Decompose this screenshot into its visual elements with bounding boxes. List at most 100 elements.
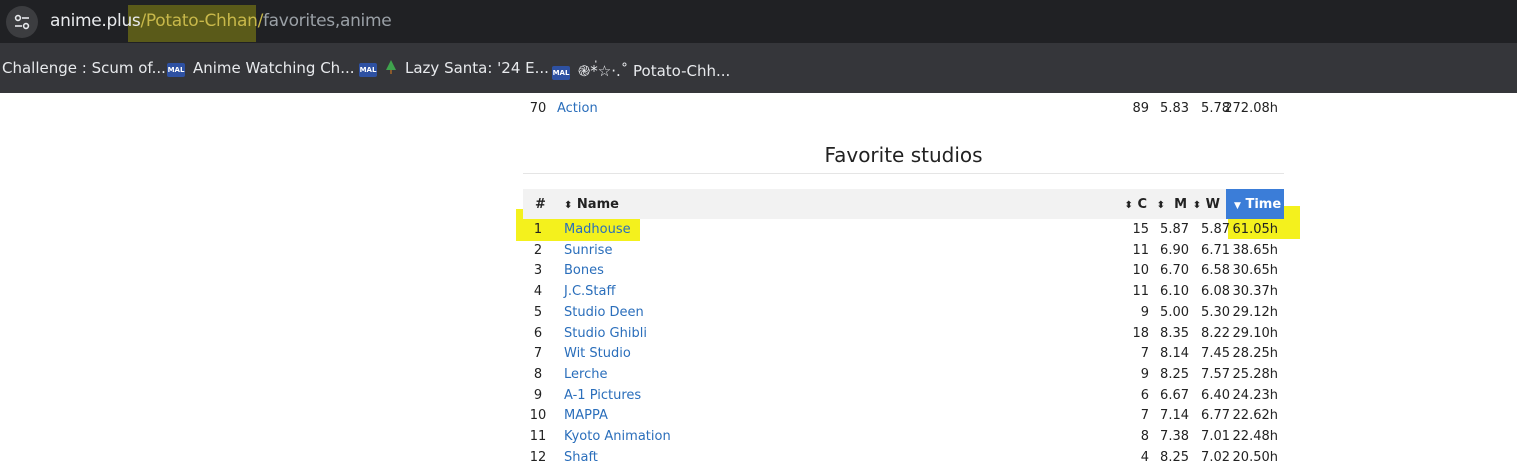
studio-link[interactable]: A-1 Pictures — [564, 388, 641, 403]
title-divider — [523, 173, 1284, 174]
table-row: 2 Sunrise 11 6.90 6.71 38.65h — [523, 241, 1284, 261]
row-weighted: 7.57 — [1201, 366, 1230, 382]
col-header-time[interactable]: ▼ Time — [1226, 189, 1284, 219]
prev-table-row: 70 Action 89 5.83 5.78 272.08h — [523, 99, 1284, 119]
row-mean: 5.87 — [1160, 222, 1189, 237]
bookmark-label: Anime Watching Ch... — [193, 59, 355, 77]
row-weighted: 5.30 — [1201, 304, 1230, 320]
mal-icon: MAL — [552, 66, 570, 80]
col-header-rank: # — [535, 197, 546, 212]
row-time: 20.50h — [1232, 449, 1278, 465]
studio-link[interactable]: Kyoto Animation — [564, 429, 671, 444]
studio-link[interactable]: Studio Ghibli — [564, 326, 647, 341]
bookmark-label: ֎*่☆·.˚ Potato-Chh... — [578, 62, 731, 80]
page-content: 70 Action 89 5.83 5.78 272.08h Favorite … — [0, 93, 1517, 467]
sort-icon: ⬍ — [1124, 200, 1133, 211]
col-header-w-label: W — [1205, 197, 1220, 212]
mal-icon: MAL — [167, 63, 185, 77]
url-host: anime.plus — [50, 11, 141, 31]
row-weighted: 5.87 — [1201, 222, 1230, 237]
col-header-time-label: Time — [1245, 197, 1282, 212]
section-title: Favorite studios — [824, 143, 983, 167]
studio-link[interactable]: Sunrise — [564, 243, 612, 258]
row-time: 29.10h — [1232, 325, 1278, 341]
studio-link[interactable]: Lerche — [564, 367, 607, 382]
col-header-m[interactable]: ⬍ M — [1157, 197, 1187, 212]
row-time: 25.28h — [1232, 366, 1278, 382]
bookmark-potato-chhan[interactable]: MAL ֎*่☆·.˚ Potato-Chh... — [552, 59, 730, 83]
row-count: 9 — [1140, 366, 1149, 382]
studio-link[interactable]: J.C.Staff — [564, 284, 615, 299]
table-row: 7 Wit Studio 7 8.14 7.45 28.25h — [523, 344, 1284, 364]
bookmark-lazy-santa[interactable]: MAL Lazy Santa: '24 E... — [359, 59, 549, 77]
studio-link[interactable]: Shaft — [564, 450, 598, 465]
studio-link[interactable]: Bones — [564, 263, 604, 278]
studio-link[interactable]: Wit Studio — [564, 346, 631, 361]
table-row: 3 Bones 10 6.70 6.58 30.65h — [523, 261, 1284, 281]
studio-link[interactable]: MAPPA — [564, 408, 608, 423]
row-time: 24.23h — [1232, 387, 1278, 403]
sort-icon: ⬍ — [1156, 200, 1165, 211]
row-mean: 7.14 — [1160, 408, 1189, 424]
bookmark-anime-watching[interactable]: MAL Anime Watching Ch... — [167, 59, 355, 77]
sort-icon: ⬍ — [1192, 200, 1202, 211]
row-time: 28.25h — [1232, 346, 1278, 362]
table-header: # ⬍ Name ⬍ C ⬍ M ⬍ W ▼ Time — [523, 189, 1284, 219]
table-row: 8 Lerche 9 8.25 7.57 25.28h — [523, 365, 1284, 385]
sort-icon: ⬍ — [564, 200, 573, 211]
row-rank: 8 — [533, 366, 543, 382]
table-row: 12 Shaft 4 8.25 7.02 20.50h — [523, 448, 1284, 468]
row-weighted: 7.45 — [1201, 346, 1230, 362]
bookmark-challenge[interactable]: Challenge : Scum of... — [2, 59, 166, 77]
row-mean: 6.90 — [1160, 242, 1189, 258]
row-time: 38.65h — [1232, 242, 1278, 258]
row-rank: 4 — [533, 284, 543, 300]
row-mean: 6.67 — [1160, 387, 1189, 403]
row-time: 22.48h — [1232, 429, 1278, 444]
row-time: 272.08h — [1224, 101, 1278, 116]
studio-link[interactable]: Studio Deen — [564, 305, 644, 320]
site-info-icon[interactable] — [6, 6, 38, 38]
row-rank: 5 — [533, 304, 543, 320]
bookmarks-bar: Challenge : Scum of... MAL Anime Watching… — [0, 43, 1517, 93]
row-weighted: 7.02 — [1201, 449, 1230, 465]
row-rank: 12 — [529, 449, 547, 465]
row-mean: 8.25 — [1160, 366, 1189, 382]
url-path-highlighted: /Potato-Chhan/ — [140, 11, 263, 31]
row-count: 7 — [1140, 346, 1149, 362]
row-count: 4 — [1140, 449, 1149, 465]
row-time: 61.05h — [1232, 222, 1278, 237]
row-rank: 11 — [529, 429, 547, 444]
sort-desc-icon: ▼ — [1234, 201, 1241, 211]
tree-icon — [386, 60, 396, 74]
row-count: 10 — [1132, 263, 1149, 279]
studio-link[interactable]: Madhouse — [564, 222, 631, 237]
table-row: 10 MAPPA 7 7.14 6.77 22.62h — [523, 406, 1284, 426]
table-row: 9 A-1 Pictures 6 6.67 6.40 24.23h — [523, 386, 1284, 406]
row-count: 11 — [1132, 242, 1149, 258]
row-mean: 6.10 — [1160, 284, 1189, 300]
col-header-c-label: C — [1137, 197, 1147, 212]
row-count: 11 — [1132, 284, 1149, 300]
url-path-rest: favorites,anime — [263, 11, 392, 31]
row-mean: 5.00 — [1160, 304, 1189, 320]
col-header-name-label: Name — [576, 197, 619, 212]
row-count: 89 — [1132, 101, 1149, 116]
col-header-c[interactable]: ⬍ C — [1125, 197, 1147, 212]
mal-icon: MAL — [359, 63, 377, 77]
row-time: 22.62h — [1232, 408, 1278, 424]
table-row: 11 Kyoto Animation 8 7.38 7.01 22.48h — [523, 427, 1284, 447]
col-header-w[interactable]: ⬍ W — [1193, 197, 1220, 212]
row-rank: 3 — [533, 263, 543, 279]
table-row: 5 Studio Deen 9 5.00 5.30 29.12h — [523, 303, 1284, 323]
row-weighted: 6.71 — [1201, 242, 1230, 258]
address-bar: anime.plus/Potato-Chhan/favorites,anime — [0, 0, 1517, 43]
row-weighted: 8.22 — [1201, 325, 1230, 341]
col-header-name[interactable]: ⬍ Name — [564, 197, 619, 212]
table-row: 4 J.C.Staff 11 6.10 6.08 30.37h — [523, 282, 1284, 302]
genre-link[interactable]: Action — [557, 101, 598, 116]
url-field[interactable]: anime.plus/Potato-Chhan/favorites,anime — [50, 11, 392, 31]
bookmark-label: Lazy Santa: '24 E... — [405, 59, 549, 77]
row-weighted: 6.58 — [1201, 263, 1230, 279]
row-count: 7 — [1140, 408, 1149, 424]
